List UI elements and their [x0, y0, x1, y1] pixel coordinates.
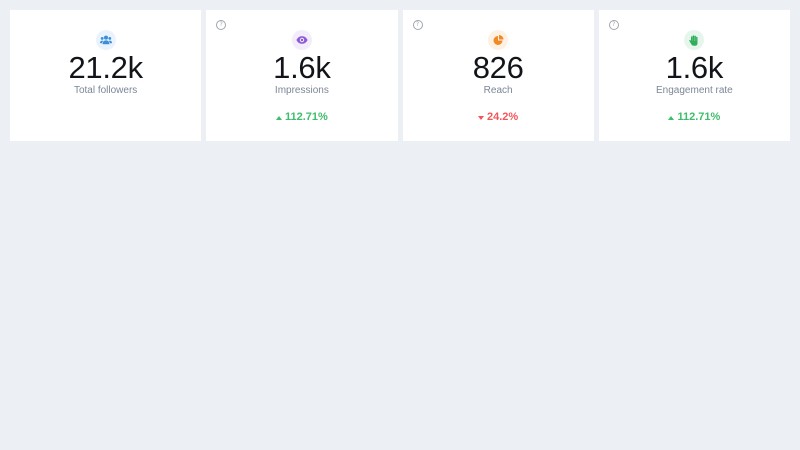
total-followers-label: Total followers: [73, 85, 138, 96]
stats-cards-row: 21.2k Total followers ? 1.6k Impressions…: [10, 10, 790, 141]
pie-chart-icon-badge: [488, 30, 509, 50]
total-followers-value: 21.2k: [68, 50, 143, 85]
stat-card-impressions: ? 1.6k Impressions 112.71%: [206, 10, 398, 141]
stat-card-engagement-rate: ? 1.6k Engagement rate 112.71%: [598, 10, 790, 141]
help-icon[interactable]: ?: [608, 20, 619, 30]
eye-icon: [296, 36, 308, 44]
eye-icon-badge: [291, 30, 312, 50]
reach-change-value: 24.2%: [487, 111, 519, 123]
hand-icon: [689, 34, 698, 46]
caret-up-icon: [275, 115, 282, 120]
pie-chart-icon: [493, 34, 504, 45]
stat-card-total-followers: 21.2k Total followers: [10, 10, 202, 141]
reach-change: 24.2%: [403, 111, 594, 124]
stat-card-reach: ? 826 Reach 24.2%: [402, 10, 594, 141]
users-icon: [99, 35, 112, 45]
reach-value: 826: [472, 50, 524, 85]
impressions-change-value: 112.71%: [284, 111, 328, 123]
hand-icon-badge: [684, 30, 705, 50]
engagement-rate-change-value: 112.71%: [677, 111, 721, 123]
help-icon[interactable]: ?: [412, 20, 423, 30]
reach-label: Reach: [483, 85, 513, 96]
engagement-rate-value: 1.6k: [665, 50, 724, 85]
impressions-label: Impressions: [274, 85, 329, 96]
impressions-change: 112.71%: [206, 111, 397, 124]
engagement-rate-change: 112.71%: [599, 111, 790, 124]
help-icon[interactable]: ?: [216, 20, 227, 30]
users-icon-badge: [95, 30, 116, 50]
engagement-rate-label: Engagement rate: [656, 85, 733, 96]
caret-down-icon: [478, 115, 485, 120]
impressions-value: 1.6k: [273, 50, 331, 85]
caret-up-icon: [668, 115, 675, 120]
